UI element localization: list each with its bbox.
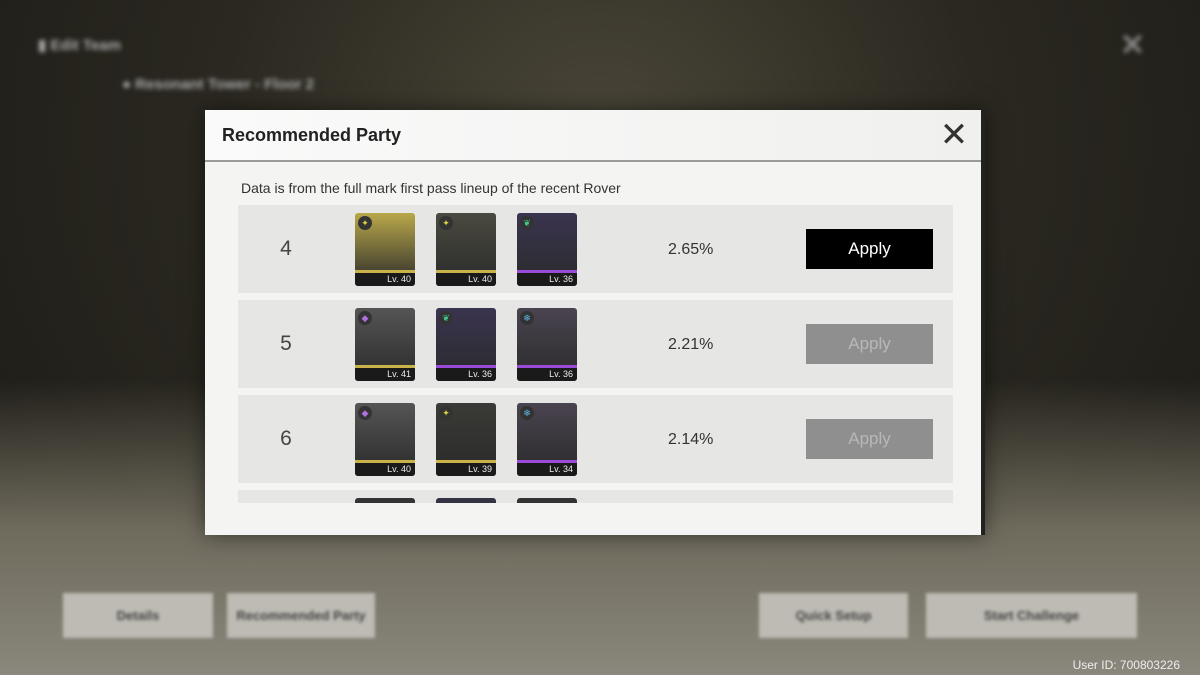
details-button[interactable]: Details [63, 593, 213, 638]
close-icon[interactable]: ✕ [937, 118, 971, 152]
floor-subheader: ● Resonant Tower - Floor 2 [122, 76, 315, 93]
aero-element-icon: ❦ [520, 216, 534, 230]
character-portrait[interactable]: ❄ Lv. 34 [517, 403, 577, 476]
recommended-party-dialog: Recommended Party ✕ Data is from the ful… [205, 110, 985, 535]
character-portrait[interactable]: ◆ Lv. 41 [355, 308, 415, 381]
dialog-title: Recommended Party [222, 124, 402, 145]
havoc-element-icon: ◆ [358, 311, 372, 325]
start-challenge-button[interactable]: Start Challenge [926, 593, 1137, 638]
subheader-text: Resonant Tower - Floor 2 [135, 76, 315, 93]
character-portrait[interactable]: ✦ Lv. 39 [436, 403, 496, 476]
character-level: Lv. 41 [355, 368, 415, 381]
apply-button[interactable]: Apply [806, 419, 933, 459]
character-level: Lv. 39 [436, 463, 496, 476]
usage-rate: 2.21% [668, 336, 714, 353]
character-portrait[interactable] [436, 498, 496, 503]
glacio-element-icon: ❄ [520, 311, 534, 325]
havoc-element-icon: ◆ [358, 406, 372, 420]
character-level: Lv. 40 [436, 273, 496, 286]
character-portrait[interactable]: ❦ Lv. 36 [436, 308, 496, 381]
header-text: Edit Team [50, 37, 121, 54]
usage-rate: 2.65% [668, 241, 714, 258]
party-members: ◆ Lv. 40 ✦ Lv. 39 ❄ Lv. 34 [355, 403, 577, 476]
character-portrait[interactable]: ❦ Lv. 36 [517, 213, 577, 286]
character-level: Lv. 40 [355, 273, 415, 286]
character-portrait[interactable]: ✦ Lv. 40 [436, 213, 496, 286]
spectro-element-icon: ✦ [358, 216, 372, 230]
character-level: Lv. 36 [517, 368, 577, 381]
recommended-party-button[interactable]: Recommended Party [227, 593, 375, 638]
glacio-element-icon: ❄ [520, 406, 534, 420]
aero-element-icon: ❦ [439, 311, 453, 325]
party-members [355, 498, 577, 503]
exit-icon[interactable]: ✕ [1120, 28, 1145, 63]
data-note: Data is from the full mark first pass li… [241, 180, 621, 196]
apply-button[interactable]: Apply [806, 229, 933, 269]
party-rank: 4 [280, 237, 292, 260]
party-members: ✦ Lv. 40 ✦ Lv. 40 ❦ Lv. 36 [355, 213, 577, 286]
apply-button[interactable]: Apply [806, 324, 933, 364]
character-portrait[interactable]: ❄ Lv. 36 [517, 308, 577, 381]
character-portrait[interactable]: ◆ Lv. 40 [355, 403, 415, 476]
party-rank: 6 [280, 427, 292, 450]
character-level: Lv. 40 [355, 463, 415, 476]
character-level: Lv. 34 [517, 463, 577, 476]
party-row: 6 ◆ Lv. 40 ✦ Lv. 39 ❄ Lv. 34 2.14% Apply [238, 395, 953, 483]
dialog-header: Recommended Party [205, 110, 981, 162]
party-row: 4 ✦ Lv. 40 ✦ Lv. 40 ❦ Lv. 36 2.65% Apply [238, 205, 953, 293]
party-list[interactable]: 4 ✦ Lv. 40 ✦ Lv. 40 ❦ Lv. 36 2.65% Apply 5 ◆ Lv. 41… [238, 205, 953, 503]
edit-team-header: ▮ Edit Team [38, 37, 121, 54]
character-portrait[interactable] [517, 498, 577, 503]
party-members: ◆ Lv. 41 ❦ Lv. 36 ❄ Lv. 36 [355, 308, 577, 381]
party-row-partial [238, 490, 953, 503]
character-portrait[interactable]: ✦ Lv. 40 [355, 213, 415, 286]
user-id: User ID: 700803226 [1072, 658, 1180, 672]
usage-rate: 2.14% [668, 431, 714, 448]
character-level: Lv. 36 [517, 273, 577, 286]
party-rank: 5 [280, 332, 292, 355]
party-row: 5 ◆ Lv. 41 ❦ Lv. 36 ❄ Lv. 36 2.21% Apply [238, 300, 953, 388]
spectro-element-icon: ✦ [439, 216, 453, 230]
character-level: Lv. 36 [436, 368, 496, 381]
quick-setup-button[interactable]: Quick Setup [759, 593, 908, 638]
spectro-element-icon: ✦ [439, 406, 453, 420]
character-portrait[interactable] [355, 498, 415, 503]
